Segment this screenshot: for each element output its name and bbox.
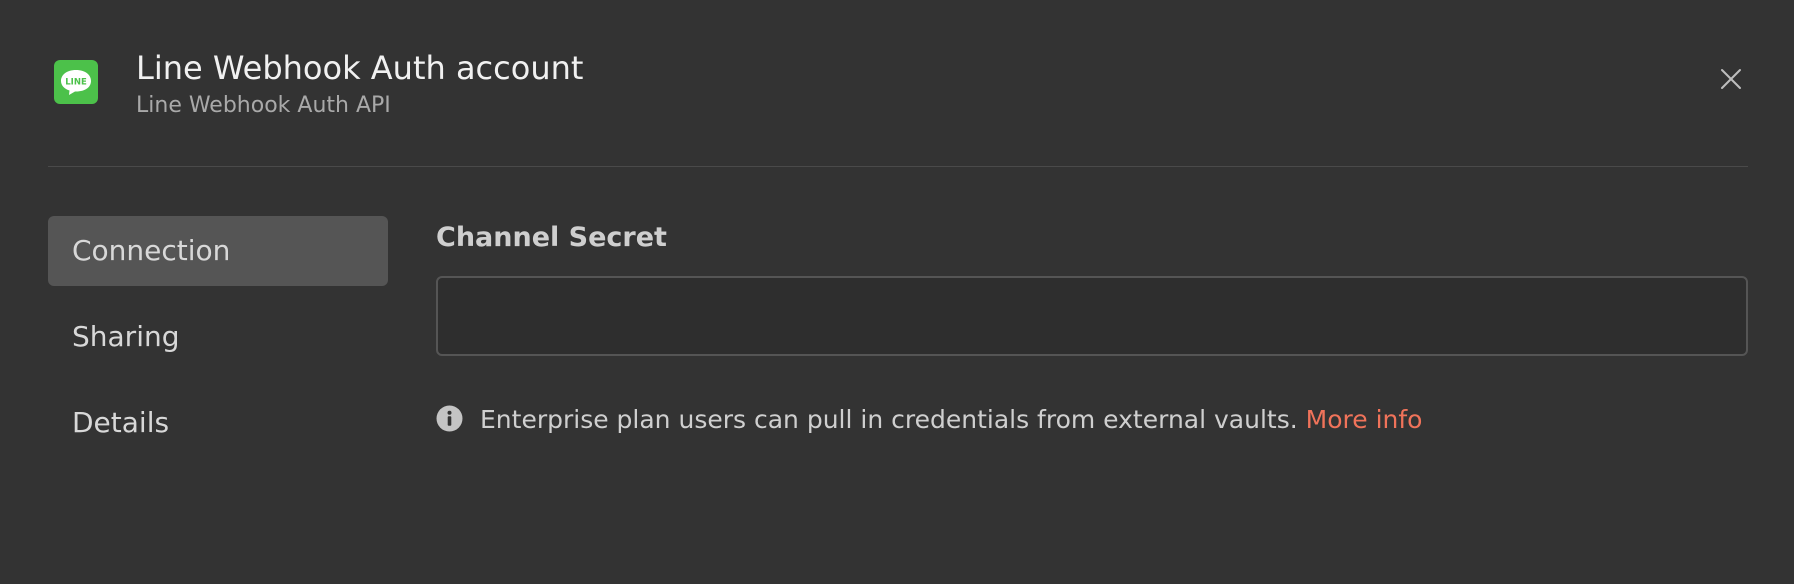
sidebar-item-label: Sharing bbox=[72, 320, 180, 353]
close-button[interactable] bbox=[1716, 64, 1746, 94]
sidebar-item-connection[interactable]: Connection bbox=[48, 216, 388, 286]
external-vaults-notice: Enterprise plan users can pull in creden… bbox=[480, 403, 1422, 437]
channel-secret-label: Channel Secret bbox=[436, 222, 667, 253]
logo-text: LINE bbox=[65, 78, 87, 88]
modal-subtitle: Line Webhook Auth API bbox=[136, 93, 391, 118]
sidebar-item-label: Details bbox=[72, 406, 170, 439]
modal-title: Line Webhook Auth account bbox=[136, 49, 584, 87]
channel-secret-input[interactable] bbox=[436, 276, 1748, 356]
header-divider bbox=[48, 166, 1748, 167]
credential-modal: LINE Line Webhook Auth account Line Webh… bbox=[0, 0, 1794, 584]
info-icon bbox=[436, 405, 463, 432]
line-logo-icon: LINE bbox=[54, 60, 98, 104]
sidebar-item-label: Connection bbox=[72, 234, 231, 267]
sidebar-item-sharing[interactable]: Sharing bbox=[48, 302, 388, 372]
close-icon bbox=[1721, 69, 1741, 89]
info-message: Enterprise plan users can pull in creden… bbox=[480, 405, 1298, 434]
sidebar-item-details[interactable]: Details bbox=[48, 388, 388, 458]
more-info-link[interactable]: More info bbox=[1306, 405, 1423, 434]
